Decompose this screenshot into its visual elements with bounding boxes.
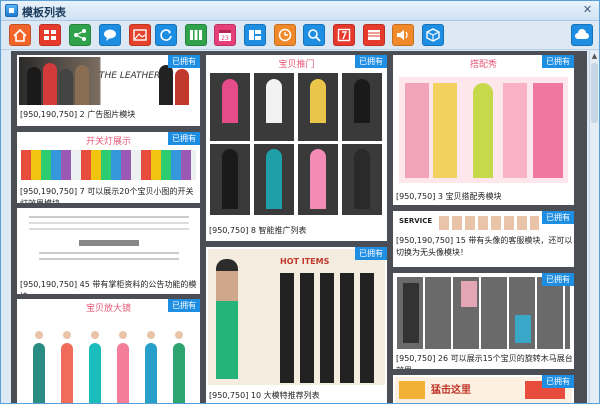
window-title: 模板列表 — [22, 6, 66, 19]
share-icon — [74, 29, 86, 41]
template-thumbnail: HOT ITEMS — [208, 249, 385, 385]
banner-title: SERVICE — [399, 217, 433, 225]
template-caption: [950,190,750] 15 带有头像的客服模块，还可以切换为无头像模块！ — [396, 236, 573, 257]
template-grid[interactable]: THE LEATHER 已拥有 [950,190,750] 2 广告图片模块 开… — [11, 51, 587, 403]
grid-icon — [44, 30, 56, 40]
owned-badge: 已拥有 — [542, 211, 574, 224]
vertical-scrollbar[interactable]: ▲ — [589, 51, 599, 403]
owned-badge: 已拥有 — [168, 132, 200, 145]
template-card[interactable]: 猛击这里 已拥有 — [393, 375, 574, 403]
search-button[interactable] — [303, 24, 325, 46]
cloud-icon — [575, 29, 589, 39]
close-button[interactable]: ✕ — [580, 4, 595, 17]
owned-badge: 已拥有 — [542, 375, 574, 388]
owned-badge: 已拥有 — [355, 247, 387, 260]
template-thumbnail — [19, 210, 198, 272]
svg-text:23: 23 — [221, 35, 229, 42]
layout-button[interactable] — [244, 24, 266, 46]
template-thumbnail — [395, 275, 572, 351]
layout-icon — [249, 30, 261, 40]
clock-icon — [278, 28, 292, 42]
chat-icon — [104, 29, 116, 41]
share-button[interactable] — [69, 24, 91, 46]
template-caption: [950,190,750] 2 广告图片模块 — [20, 110, 136, 119]
columns-button[interactable] — [185, 24, 207, 46]
template-card[interactable]: 宝贝放大镜 已拥有 — [17, 299, 200, 403]
clock-button[interactable] — [274, 24, 296, 46]
columns-icon — [190, 30, 202, 40]
owned-badge: 已拥有 — [542, 273, 574, 286]
box-icon — [426, 28, 440, 42]
owned-badge: 已拥有 — [542, 55, 574, 68]
template-caption: [950,750] 10 大模特推荐列表 — [209, 391, 320, 400]
template-caption: [950,190,750] 7 可以展示20个宝贝小图的开关灯效果模块 — [20, 187, 194, 203]
box-button[interactable] — [422, 24, 444, 46]
template-caption: [950,750] 26 可以展示15个宝贝的旋转木马展台效果 — [396, 354, 573, 369]
sound-button[interactable] — [392, 24, 414, 46]
template-card[interactable]: THE LEATHER 已拥有 [950,190,750] 2 广告图片模块 — [17, 55, 200, 126]
owned-badge: 已拥有 — [168, 55, 200, 68]
template-thumbnail: 搭配秀 — [395, 57, 572, 185]
image-icon — [133, 29, 147, 41]
search-icon — [308, 29, 321, 42]
template-list-window: 模板列表 ✕ 23 THE LEATHER 已拥有 [950,190,750] … — [0, 0, 600, 404]
template-card[interactable]: [950,190,750] 45 带有掌柜资料的公告功能的模块 — [17, 208, 200, 294]
template-thumbnail: 宝贝推门 — [208, 57, 385, 217]
number-button[interactable] — [333, 24, 355, 46]
template-caption: [950,190,750] 45 带有掌柜资料的公告功能的模块 — [20, 280, 197, 294]
scroll-up-arrow-icon[interactable]: ▲ — [590, 51, 599, 61]
grid-button[interactable] — [39, 24, 61, 46]
banner-title: THE LEATHER — [99, 71, 161, 81]
banner-title: 猛击这里 — [431, 385, 471, 396]
template-caption: [950,750] 3 宝贝搭配秀模块 — [396, 192, 502, 201]
template-card[interactable]: 搭配秀 已拥有 [950,750] 3 宝贝搭配秀模块 — [393, 55, 574, 205]
template-thumbnail: 宝贝放大镜 — [19, 301, 198, 403]
refresh-icon — [160, 29, 172, 41]
toolbar: 23 — [1, 22, 599, 50]
template-card[interactable]: 已拥有 [950,750] 26 可以展示15个宝贝的旋转木马展台效果 — [393, 273, 574, 369]
title-bar[interactable]: 模板列表 ✕ — [1, 1, 599, 21]
calendar-icon: 23 — [219, 30, 231, 42]
template-card[interactable]: 开关灯展示 已拥有 [950,190,750] 7 可以展示20个宝贝小图的开关… — [17, 132, 200, 203]
banner-title: HOT ITEMS — [280, 257, 330, 266]
home-icon — [13, 28, 27, 42]
number-icon — [337, 28, 351, 42]
owned-badge: 已拥有 — [168, 299, 200, 312]
template-card[interactable]: SERVICE 已拥有 [950,190,750] 15 带有头像的客服模块，还… — [393, 211, 574, 267]
home-button[interactable] — [9, 24, 31, 46]
owned-badge: 已拥有 — [355, 55, 387, 68]
app-icon — [5, 4, 18, 17]
template-card[interactable]: HOT ITEMS 已拥有 [950,750] 10 大模特推荐列表 — [206, 247, 387, 403]
refresh-button[interactable] — [155, 24, 177, 46]
calendar-button[interactable]: 23 — [214, 24, 236, 46]
template-caption: [950,750] 8 智能推广列表 — [209, 226, 307, 235]
table-button[interactable] — [363, 24, 385, 46]
template-card[interactable]: 宝贝推门 已拥有 [950,750] 8 智能推广列表 — [206, 55, 387, 241]
sound-icon — [397, 30, 408, 40]
image-button[interactable] — [129, 24, 151, 46]
table-icon — [368, 30, 380, 40]
cloud-button[interactable] — [571, 24, 593, 46]
scroll-thumb[interactable] — [591, 63, 598, 123]
chat-button[interactable] — [99, 24, 121, 46]
